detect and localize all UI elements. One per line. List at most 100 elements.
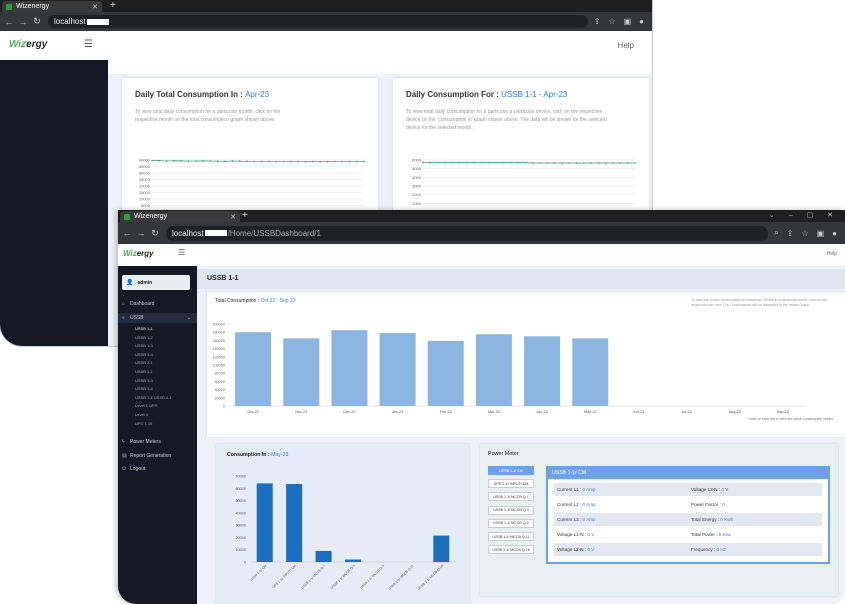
help-link[interactable]: Help xyxy=(827,251,837,257)
sidebar-subitem[interactable]: USSB 1-1 USSB 4-1 xyxy=(135,395,172,400)
back-icon[interactable]: ← xyxy=(122,228,132,238)
zoom-icon[interactable]: ⌕ xyxy=(774,228,778,238)
data-point xyxy=(436,161,439,164)
new-tab-icon[interactable]: + xyxy=(110,0,116,12)
bar xyxy=(427,340,464,406)
data-point xyxy=(304,160,307,163)
sidebar-subitem[interactable]: Level 1 UPS xyxy=(135,403,157,408)
sidebar-subitem[interactable]: USSB 3-1 xyxy=(135,369,153,374)
reload-icon[interactable]: ↻ xyxy=(32,16,42,27)
x-tick-label: Nov-22 xyxy=(295,410,307,414)
data-point xyxy=(158,159,161,162)
sidebar-subitem[interactable]: USSB 1-1 xyxy=(135,326,153,331)
sidebar: 👤 admin ⌂ Dashboard ● USSB ⌄ USSB 1-1 USSB 1… xyxy=(118,266,197,604)
tab-bar: Wizenergy ✕ + xyxy=(0,0,652,12)
reading-cell: Total Energy : 0 Kwh xyxy=(688,517,822,522)
x-tick-label: Dec-22 xyxy=(343,410,355,414)
device-button[interactable]: USSB 1-1/ MCCB Q-16 xyxy=(488,545,534,555)
sidebar-subitem[interactable]: USSB 3-4 xyxy=(135,386,153,391)
browser-tab[interactable]: Wizenergy ✕ xyxy=(2,1,102,12)
data-point xyxy=(634,162,636,164)
y-tick-label: 120000 xyxy=(212,355,225,359)
reading-label: Total Energy : xyxy=(691,517,721,522)
share-icon[interactable]: ⇪ xyxy=(787,229,794,238)
new-tab-icon[interactable]: + xyxy=(242,210,248,222)
sidebar-subitem[interactable]: UPS 1-15 xyxy=(135,421,152,426)
data-point xyxy=(312,160,314,163)
logo: Wizergy xyxy=(9,39,48,50)
device-button[interactable]: USSB 1-1/ MCCB Q-3 xyxy=(488,505,534,515)
url-field[interactable]: localhost/Home/USSBDashboard/1 xyxy=(166,225,769,241)
data-point xyxy=(253,160,256,163)
x-tick-label: Mar-23 xyxy=(488,410,500,414)
sidebar-subitem[interactable]: USSB 3-3 xyxy=(135,378,153,383)
username: admin xyxy=(137,279,153,286)
top-strip xyxy=(108,60,652,74)
window-controls[interactable]: ⌄ – ▢ ✕ xyxy=(769,210,839,222)
data-point xyxy=(495,161,497,164)
y-tick-label: 35000 xyxy=(139,164,151,169)
y-tick-label: 40000 xyxy=(235,511,246,515)
consumption-in-bar-chart[interactable]: 0 10000 20000 30000 40000 50000 60000 70000 USSB… xyxy=(216,468,469,604)
menu-toggle-icon[interactable]: ☰ xyxy=(178,248,185,257)
data-point xyxy=(195,160,197,162)
sidebar-subitem[interactable]: USSB 2-1 xyxy=(135,360,153,365)
menu-toggle-icon[interactable]: ☰ xyxy=(84,39,93,50)
device-button[interactable]: USSB 1-1/ MCCB Q-7 xyxy=(488,492,534,502)
sidebar-subitem[interactable]: USSB 1-3 xyxy=(135,343,153,348)
sidebar-item-dashboard[interactable]: ⌂ Dashboard xyxy=(122,301,154,307)
daily-device-line-chart[interactable]: 0100020003000400050006000 xyxy=(393,156,649,216)
device-button[interactable]: USSB 1-1/ MCCB Q-5 xyxy=(488,518,534,528)
sidepanel-icon[interactable]: ▣ xyxy=(817,229,825,238)
bar xyxy=(345,559,361,562)
daily-total-line-chart[interactable]: 0500010000150002000025000300003500040000 xyxy=(122,156,378,216)
chart-footnote: * Click on each bar to view the users' c… xyxy=(746,417,833,421)
x-tick-label: USSB 1-1/ MCCB Q-5 xyxy=(359,564,385,590)
device-button[interactable]: UPS 1-11 INPUT/ CM xyxy=(488,479,534,489)
sidebar-item-logout[interactable]: ⏻ Logout xyxy=(122,466,145,472)
browser-tab[interactable]: Wizenergy ✕ xyxy=(120,211,240,222)
url-field[interactable]: localhost xyxy=(48,15,588,28)
device-button[interactable]: USSB 1-1/ CM xyxy=(488,466,534,475)
sidebar-subitem[interactable]: Level 4 xyxy=(135,412,148,417)
profile-icon[interactable]: ● xyxy=(639,17,644,26)
reading-label: Voltage L3-N : xyxy=(691,487,722,492)
device-button[interactable]: USSB 1-1/ MCCB Q-11 xyxy=(488,532,534,541)
data-point xyxy=(517,161,519,164)
back-icon[interactable]: ← xyxy=(4,17,14,27)
reload-icon[interactable]: ↻ xyxy=(150,228,160,239)
main-area: USSB 1-1 Total Consumption : Oct 22 - Se… xyxy=(197,266,845,604)
user-box[interactable]: 👤 admin xyxy=(122,275,190,290)
sidebar-item-power-meters[interactable]: ϟ Power Meters xyxy=(122,439,161,445)
help-link[interactable]: Help xyxy=(618,41,634,50)
x-tick-label: Feb-23 xyxy=(440,410,452,414)
total-consumption-bar-chart[interactable]: 0 20000 40000 60000 80000 100000 120000 140000 1… xyxy=(207,320,845,420)
forward-icon[interactable]: → xyxy=(136,228,146,238)
reading-cell: Frequency : 0 Hz xyxy=(688,547,822,552)
power-meter-panel: USSB 1-1/ CM Current L1 : 0 Amp Voltage L… xyxy=(546,466,830,564)
y-tick-label: 5000 xyxy=(141,203,151,208)
data-point xyxy=(487,161,490,164)
sidepanel-icon[interactable]: ▣ xyxy=(624,17,632,26)
close-tab-icon[interactable]: ✕ xyxy=(230,213,236,221)
sidebar-subitem[interactable]: USSB 1-4 xyxy=(135,352,153,357)
sidebar xyxy=(0,60,108,346)
reading-label: Frequency : xyxy=(691,547,717,552)
data-point xyxy=(165,160,168,162)
tab-title: Wizenergy xyxy=(16,3,50,10)
logo: Wizergy xyxy=(123,249,154,258)
star-icon[interactable]: ☆ xyxy=(801,229,808,238)
share-icon[interactable]: ⇪ xyxy=(594,17,601,26)
reading-label: Power Factor : xyxy=(691,502,723,507)
total-consumption-title: Total Consumption : Oct 22 - Sep 23 xyxy=(215,298,296,304)
close-tab-icon[interactable]: ✕ xyxy=(92,3,98,11)
sidebar-item-ussb[interactable]: ● USSB ⌄ xyxy=(118,313,197,323)
reading-cell: Power Factor : 0 xyxy=(688,502,822,507)
reading-label: Current L2 : xyxy=(557,502,583,507)
forward-icon[interactable]: → xyxy=(18,17,28,27)
profile-icon[interactable]: ● xyxy=(832,229,837,238)
sidebar-subitem[interactable]: USSB 1-2 xyxy=(135,335,153,340)
sidebar-item-report-generation[interactable]: ▤ Report Generation xyxy=(122,453,171,459)
card-title: Daily Total Consumption In : Apr-23 xyxy=(135,90,270,99)
star-icon[interactable]: ☆ xyxy=(608,17,615,26)
